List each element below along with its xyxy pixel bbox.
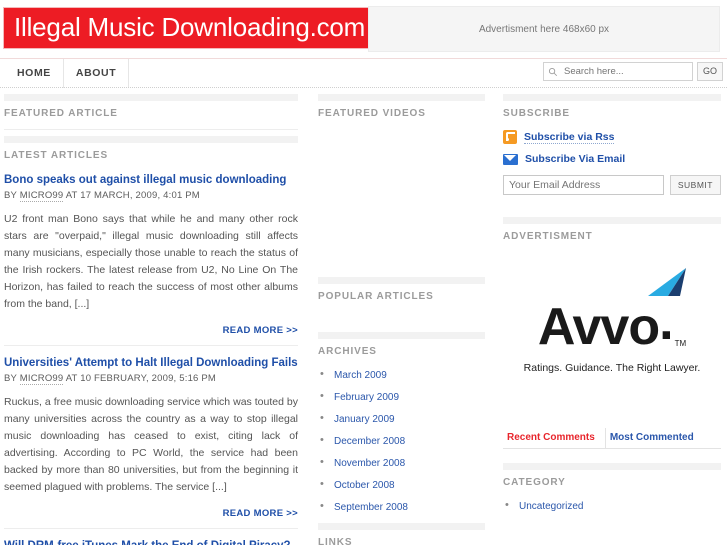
avvo-period: . — [659, 293, 674, 351]
email-field[interactable] — [503, 175, 664, 195]
page-root: Illegal Music Downloading.com Advertisme… — [0, 0, 727, 545]
links-heading: LINKS — [318, 523, 485, 545]
avvo-logo: Avvo . TM — [537, 268, 687, 356]
featured-videos-pane — [318, 121, 485, 271]
submit-button[interactable]: SUBMIT — [669, 175, 721, 195]
right-column: SUBSCRIBE Subscribe via Rss Subscribe Vi… — [495, 94, 727, 522]
archives-heading: ARCHIVES — [318, 332, 485, 359]
byline-suffix: AT 10 FEBRUARY, 2009, 5:16 PM — [63, 373, 217, 384]
search-box[interactable] — [542, 62, 693, 81]
subscribe-email-row[interactable]: Subscribe Via Email — [503, 153, 721, 165]
article-byline: BY MICRO99 AT 10 FEBRUARY, 2009, 5:16 PM — [4, 373, 298, 385]
read-more-link[interactable]: READ MORE >> — [4, 496, 298, 528]
byline-prefix: BY — [4, 190, 20, 201]
article-body: Ruckus, a free music downloading service… — [4, 396, 298, 493]
article-title[interactable]: Universities' Attempt to Halt Illegal Do… — [4, 356, 298, 370]
popular-articles-heading: POPULAR ARTICLES — [318, 277, 485, 304]
search-go-button[interactable]: GO — [696, 62, 723, 81]
top-ad-label: Advertisment here 468x60 px — [478, 23, 610, 35]
avvo-arrow-icon — [648, 268, 687, 296]
avvo-tagline: Ratings. Guidance. The Right Lawyer. — [523, 362, 701, 374]
category-item[interactable]: Uncategorized — [503, 499, 721, 513]
rss-icon — [503, 130, 517, 144]
top-ad-banner[interactable]: Advertisment here 468x60 px — [368, 6, 720, 52]
article-byline: BY MICRO99 AT 17 MARCH, 2009, 4:01 PM — [4, 190, 298, 202]
avvo-trademark: TM — [674, 339, 687, 348]
archives-list: March 2009 February 2009 January 2009 De… — [318, 368, 485, 514]
archive-item[interactable]: December 2008 — [318, 434, 485, 448]
category-list: Uncategorized — [503, 499, 721, 513]
archive-item[interactable]: October 2008 — [318, 478, 485, 492]
middle-column: FEATURED VIDEOS POPULAR ARTICLES ARCHIVE… — [310, 94, 495, 545]
subscribe-rss-row[interactable]: Subscribe via Rss — [503, 130, 721, 144]
article-item: Universities' Attempt to Halt Illegal Do… — [4, 346, 298, 529]
byline-prefix: BY — [4, 373, 20, 384]
comments-spacer — [503, 449, 721, 457]
popular-articles-pane — [318, 304, 485, 326]
article-item: Will DRM-free iTunes Mark the End of Dig… — [4, 529, 298, 545]
main-navbar: HOME ABOUT GO — [0, 58, 727, 88]
archive-item[interactable]: January 2009 — [318, 412, 485, 426]
subscribe-rss-label[interactable]: Subscribe via Rss — [524, 131, 615, 144]
archive-item[interactable]: November 2008 — [318, 456, 485, 470]
content-columns: FEATURED ARTICLE LATEST ARTICLES Bono sp… — [0, 88, 727, 545]
archive-item[interactable]: February 2009 — [318, 390, 485, 404]
nav-tab-about[interactable]: ABOUT — [63, 59, 130, 88]
article-item: Bono speaks out against illegal music do… — [4, 163, 298, 346]
article-title[interactable]: Bono speaks out against illegal music do… — [4, 173, 298, 187]
subscribe-email-label[interactable]: Subscribe Via Email — [525, 153, 625, 165]
avvo-advertisement[interactable]: Avvo . TM Ratings. Guidance. The Right L… — [503, 244, 721, 414]
site-title: Illegal Music Downloading.com — [4, 8, 376, 48]
avvo-wordmark: Avvo — [537, 298, 660, 356]
nav-tab-list: HOME ABOUT — [4, 59, 130, 88]
search-input[interactable] — [561, 65, 688, 78]
envelope-icon — [503, 153, 518, 165]
featured-videos-heading: FEATURED VIDEOS — [318, 94, 485, 121]
archive-item[interactable]: September 2008 — [318, 500, 485, 514]
featured-article-heading: FEATURED ARTICLE — [4, 94, 298, 121]
byline-suffix: AT 17 MARCH, 2009, 4:01 PM — [63, 190, 200, 201]
tab-recent-comments[interactable]: Recent Comments — [503, 428, 606, 448]
site-header: Illegal Music Downloading.com Advertisme… — [0, 0, 727, 58]
search-icon — [548, 67, 558, 76]
subscribe-spacer — [503, 195, 721, 211]
featured-article-divider — [4, 129, 298, 130]
read-more-link[interactable]: READ MORE >> — [4, 313, 298, 345]
byline-author-link[interactable]: MICRO99 — [19, 190, 64, 202]
article-title[interactable]: Will DRM-free iTunes Mark the End of Dig… — [4, 539, 298, 545]
archive-item[interactable]: March 2009 — [318, 368, 485, 382]
byline-author-link[interactable]: MICRO99 — [19, 373, 64, 385]
advertisement-heading: ADVERTISMENT — [503, 217, 721, 244]
left-column: FEATURED ARTICLE LATEST ARTICLES Bono sp… — [0, 94, 310, 545]
article-body: U2 front man Bono says that while he and… — [4, 213, 298, 310]
latest-articles-heading: LATEST ARTICLES — [4, 136, 298, 163]
tab-most-commented[interactable]: Most Commented — [606, 428, 704, 448]
category-heading: CATEGORY — [503, 463, 721, 490]
search-area: GO — [542, 62, 723, 81]
comment-tabs: Recent Comments Most Commented — [503, 428, 721, 449]
subscribe-heading: SUBSCRIBE — [503, 94, 721, 121]
subscribe-form: SUBMIT — [503, 175, 721, 195]
nav-tab-home[interactable]: HOME — [4, 59, 64, 88]
